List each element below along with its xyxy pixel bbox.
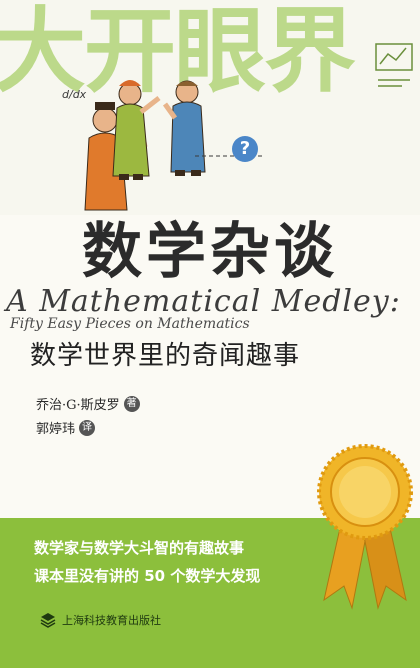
author-role-badge: 著 xyxy=(123,395,140,412)
book-title: 数学杂谈 xyxy=(82,217,338,287)
translator-line: 郭婷玮 译 xyxy=(36,418,96,437)
scholar-right-figure xyxy=(162,80,206,176)
book-cover: 大开眼界 d/dx ? 数学杂谈 A Mathematical Medley: … xyxy=(0,0,420,668)
scholar-middle-figure xyxy=(112,80,161,180)
author-line: 乔治·G·斯皮罗 著 xyxy=(36,394,140,413)
english-subtitle: Fifty Easy Pieces on Mathematics xyxy=(10,316,250,332)
publisher-logo-icon xyxy=(40,613,56,628)
feature-line-2: 课本里没有讲的 50 个数学大发现 xyxy=(34,567,261,585)
english-title: A Mathematical Medley: xyxy=(6,284,401,319)
graph-doodle-icon xyxy=(375,43,413,87)
gold-medal-icon xyxy=(317,444,413,610)
author-name: 乔治·G·斯皮罗 xyxy=(36,398,120,413)
translator-name: 郭婷玮 xyxy=(36,422,76,437)
translator-role-badge: 译 xyxy=(79,419,96,436)
publisher-name: 上海科技教育出版社 xyxy=(62,614,161,627)
book-subtitle: 数学世界里的奇闻趣事 xyxy=(30,341,301,371)
question-badge: ? xyxy=(232,136,258,162)
publisher: 上海科技教育出版社 xyxy=(40,612,161,628)
feature-line-1: 数学家与数学大斗智的有趣故事 xyxy=(34,539,245,557)
